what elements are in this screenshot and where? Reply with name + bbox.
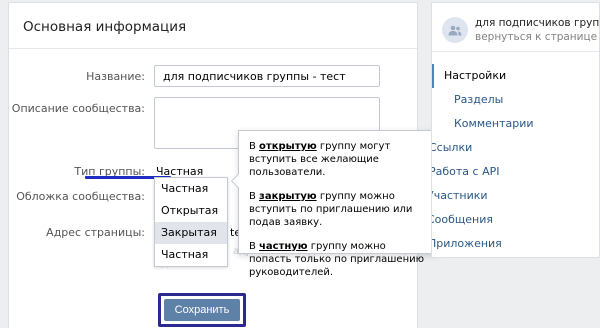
tooltip-private: В частную группу можно попасть только по… xyxy=(249,241,425,278)
group-type-tooltip: В открытую группу могут вступить все жел… xyxy=(230,130,438,278)
main-header: Основная информация xyxy=(9,3,417,49)
name-label: Название: xyxy=(86,70,145,83)
sidebar-item-members[interactable]: Участники xyxy=(432,184,599,208)
sidebar-item-sections[interactable]: Разделы xyxy=(432,88,599,112)
dropdown-option-private-2[interactable]: Частная xyxy=(155,244,227,266)
sidebar-item-comments[interactable]: Комментарии xyxy=(432,112,599,136)
sidebar-item-links[interactable]: Ссылки xyxy=(432,136,599,160)
users-icon xyxy=(448,25,462,35)
tooltip-closed: В закрытую группу можно вступить по приг… xyxy=(249,191,413,228)
tooltip-arrow xyxy=(230,173,246,189)
sidebar-item-messages[interactable]: Сообщения xyxy=(432,208,599,232)
group-type-dropdown[interactable]: Частная Открытая Закрытая Частная xyxy=(154,177,228,267)
name-input[interactable]: для подписчиков группы - тест xyxy=(154,65,380,87)
sidebar-item-apps[interactable]: Приложения xyxy=(432,232,599,256)
group-name[interactable]: для подписчиков группы... xyxy=(475,17,599,29)
group-avatar xyxy=(442,17,468,43)
description-label: Описание сообщества: xyxy=(11,102,145,115)
back-to-page-link[interactable]: вернуться к странице xyxy=(475,31,597,43)
dropdown-option-private[interactable]: Частная xyxy=(155,178,227,200)
main-panel: Основная информация Название: для подпис… xyxy=(8,2,438,328)
group-header[interactable]: для подписчиков группы... вернуться к ст… xyxy=(432,3,599,52)
address-label: Адрес страницы: xyxy=(46,226,145,239)
tooltip-open: В открытую группу могут вступить все жел… xyxy=(249,141,391,178)
settings-menu: Настройки Разделы Комментарии Ссылки Раб… xyxy=(432,64,599,256)
save-button[interactable]: Сохранить xyxy=(164,299,240,321)
sidebar-item-api[interactable]: Работа с API xyxy=(432,160,599,184)
cover-label: Обложка сообщества: xyxy=(16,190,145,203)
sidebar-item-settings[interactable]: Настройки xyxy=(432,64,599,88)
dropdown-option-open[interactable]: Открытая xyxy=(155,200,227,222)
sidebar: для подписчиков группы... вернуться к ст… xyxy=(431,2,600,258)
page-title: Основная информация xyxy=(23,19,187,35)
dropdown-option-closed[interactable]: Закрытая xyxy=(155,222,227,244)
